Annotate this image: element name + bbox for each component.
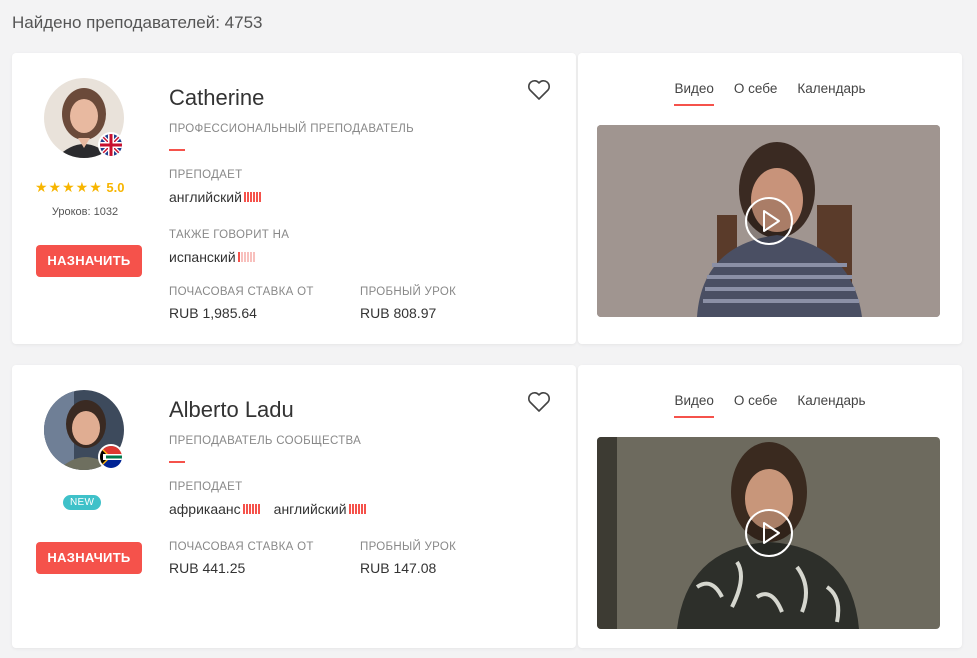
level-bars-icon: [348, 504, 366, 514]
language-name: английский: [169, 189, 242, 205]
teachers-found-count: Найдено преподавателей: 4753: [12, 13, 263, 32]
teacher-card: NEW НАЗНАЧИТЬ Alberto Ladu ПРЕПОДАВАТЕЛЬ…: [12, 365, 576, 648]
language-name: английский: [273, 501, 347, 517]
teaches-label: ПРЕПОДАЕТ: [169, 481, 243, 493]
teaches-languages: английский: [169, 189, 275, 205]
teaches-label: ПРЕПОДАЕТ: [169, 169, 243, 181]
also-speaks-languages: испанский: [169, 249, 269, 265]
rating: ★★★★★ 5.0: [35, 179, 124, 196]
play-icon[interactable]: [744, 508, 794, 558]
book-button[interactable]: НАЗНАЧИТЬ: [36, 245, 142, 277]
new-badge: NEW: [63, 495, 102, 510]
media-tabs: Видео О себе Календарь: [578, 81, 962, 106]
tab-calendar[interactable]: Календарь: [797, 81, 865, 106]
divider: [169, 461, 185, 463]
language-name: африкаанс: [169, 501, 241, 517]
level-bars-icon: [243, 192, 261, 202]
tab-video[interactable]: Видео: [674, 81, 715, 106]
hourly-rate-value: RUB 441.25: [169, 560, 246, 576]
trial-lesson-label: ПРОБНЫЙ УРОК: [360, 541, 457, 553]
rating-stars-icon: ★★★★★: [35, 179, 103, 195]
teacher-name[interactable]: Alberto Ladu: [169, 397, 294, 423]
intro-video[interactable]: [597, 437, 940, 629]
heart-icon[interactable]: [527, 79, 551, 101]
intro-video[interactable]: [597, 125, 940, 317]
teacher-media-panel: Видео О себе Календарь: [578, 365, 962, 648]
level-bars-icon: [237, 252, 255, 262]
uk-flag-icon: [98, 132, 124, 158]
south-africa-flag-icon: [98, 444, 124, 470]
tab-about[interactable]: О себе: [734, 81, 777, 106]
teacher-type: ПРОФЕССИОНАЛЬНЫЙ ПРЕПОДАВАТЕЛЬ: [169, 123, 415, 135]
teacher-name[interactable]: Catherine: [169, 85, 264, 111]
divider: [169, 149, 185, 151]
book-button[interactable]: НАЗНАЧИТЬ: [36, 542, 142, 574]
tab-about[interactable]: О себе: [734, 393, 777, 418]
rating-value: 5.0: [106, 180, 125, 195]
teacher-type: ПРЕПОДАВАТЕЛЬ СООБЩЕСТВА: [169, 435, 362, 447]
teacher-card: ★★★★★ 5.0 Уроков: 1032 НАЗНАЧИТЬ Catheri…: [12, 53, 576, 344]
play-icon[interactable]: [744, 196, 794, 246]
trial-lesson-label: ПРОБНЫЙ УРОК: [360, 286, 457, 298]
lessons-count: Уроков: 1032: [51, 206, 119, 218]
hourly-rate-label: ПОЧАСОВАЯ СТАВКА ОТ: [169, 541, 314, 553]
level-bars-icon: [242, 504, 260, 514]
language-name: испанский: [169, 249, 236, 265]
media-tabs: Видео О себе Календарь: [578, 393, 962, 418]
teaches-languages: африкаанс английский: [169, 501, 380, 517]
also-speaks-label: ТАКЖЕ ГОВОРИТ НА: [169, 229, 290, 241]
heart-icon[interactable]: [527, 391, 551, 413]
hourly-rate-value: RUB 1,985.64: [169, 305, 257, 321]
trial-lesson-value: RUB 147.08: [360, 560, 437, 576]
trial-lesson-value: RUB 808.97: [360, 305, 437, 321]
teacher-media-panel: Видео О себе Календарь: [578, 53, 962, 344]
tab-calendar[interactable]: Календарь: [797, 393, 865, 418]
hourly-rate-label: ПОЧАСОВАЯ СТАВКА ОТ: [169, 286, 314, 298]
tab-video[interactable]: Видео: [674, 393, 715, 418]
